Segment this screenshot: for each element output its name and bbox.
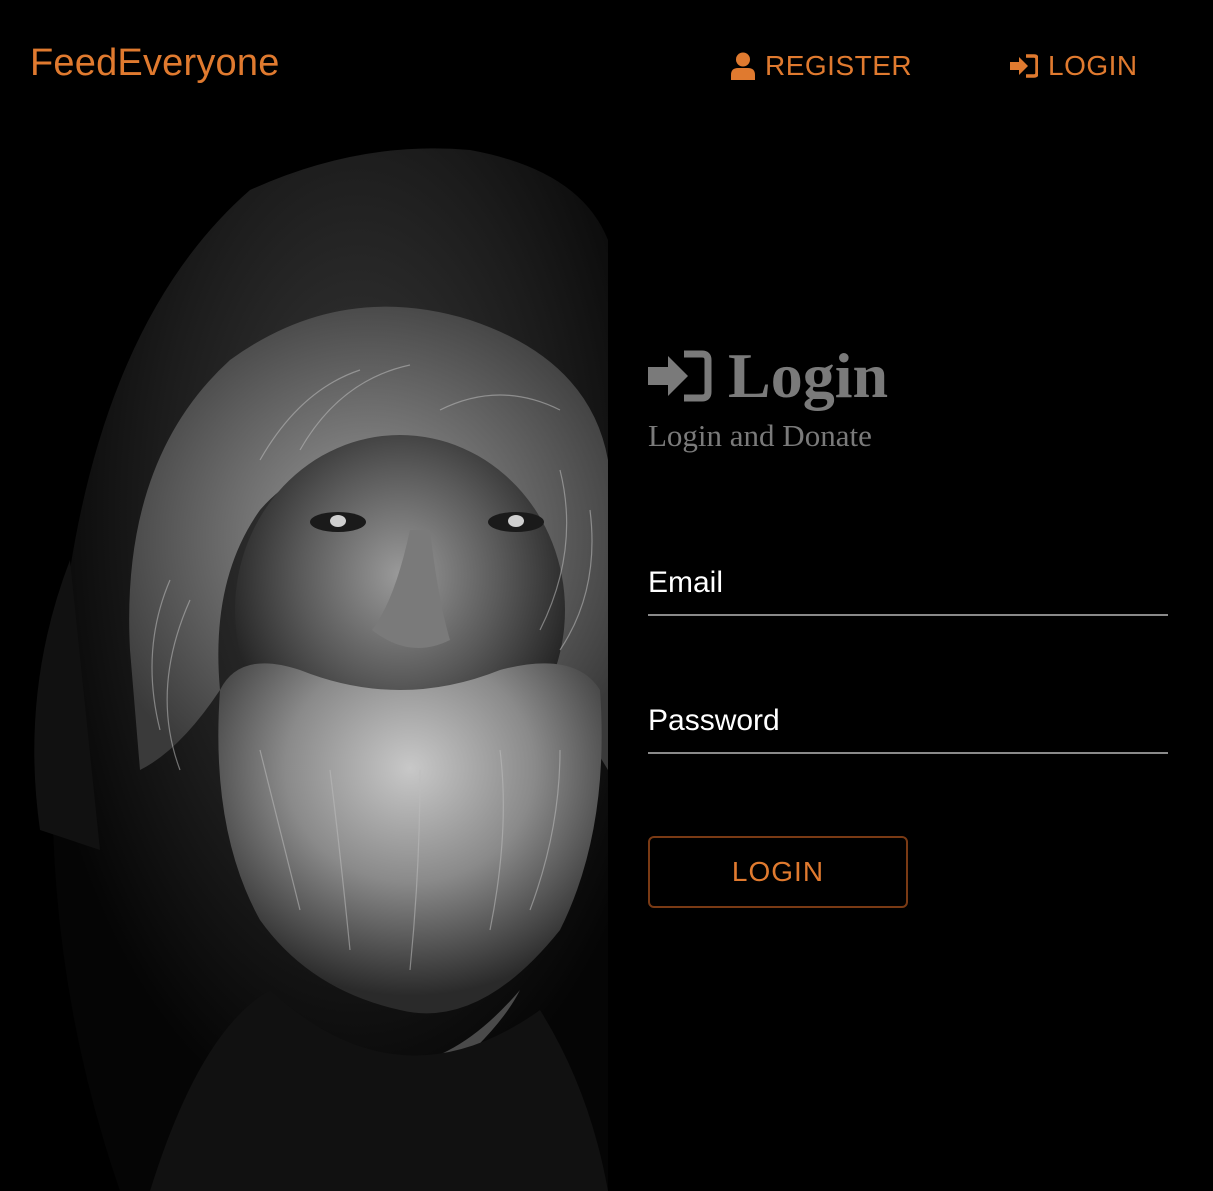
hero-portrait-image	[0, 130, 608, 1191]
email-field: Email	[648, 562, 1172, 616]
sign-in-icon	[648, 350, 712, 402]
password-field: Password	[648, 700, 1172, 754]
nav-register-link[interactable]: REGISTER	[731, 50, 912, 82]
login-title: Login	[728, 340, 889, 411]
login-subtitle: Login and Donate	[648, 418, 872, 453]
login-form-panel: Login Login and Donate Email Password LO…	[648, 340, 1172, 908]
top-navbar: FeedEveryone REGISTER LOGIN	[0, 0, 1213, 130]
nav-login-label: LOGIN	[1048, 50, 1138, 81]
brand-link[interactable]: FeedEveryone	[30, 42, 280, 85]
login-button[interactable]: LOGIN	[648, 836, 908, 908]
nav-register-label: REGISTER	[765, 50, 913, 81]
password-input[interactable]	[648, 700, 1172, 754]
login-heading: Login	[648, 340, 1168, 412]
email-input[interactable]	[648, 562, 1172, 616]
nav-login-link[interactable]: LOGIN	[1010, 50, 1138, 82]
user-icon	[731, 52, 755, 80]
sign-in-icon	[1010, 54, 1038, 78]
